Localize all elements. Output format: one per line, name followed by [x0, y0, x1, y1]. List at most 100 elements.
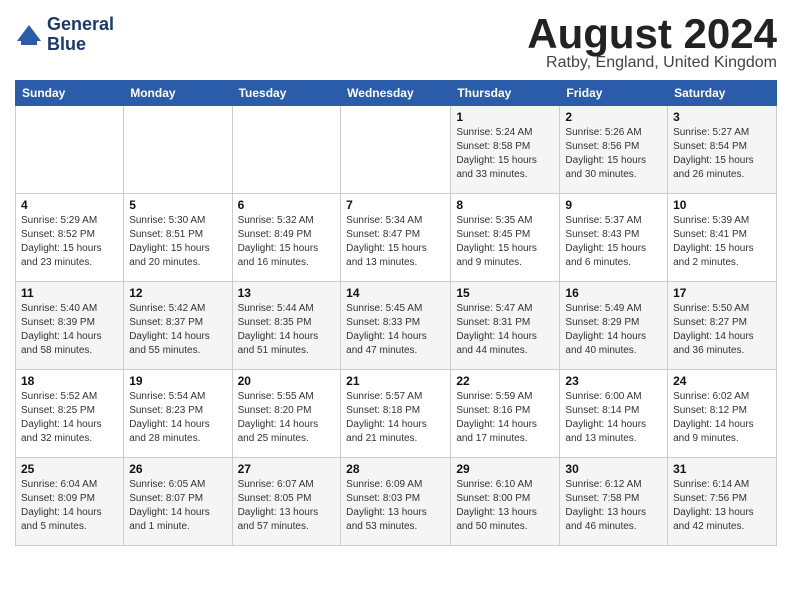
day-number: 24: [673, 374, 771, 388]
day-info: Sunrise: 5:35 AM Sunset: 8:45 PM Dayligh…: [456, 214, 554, 270]
calendar-cell: 21Sunrise: 5:57 AM Sunset: 8:18 PM Dayli…: [341, 370, 451, 458]
calendar-cell: 7 Sunrise: 5:34 AM Sunset: 8:47 PM Daylig…: [341, 194, 451, 282]
day-number: 12: [129, 286, 226, 300]
day-number: 25: [21, 462, 118, 476]
day-number: 30: [565, 462, 662, 476]
day-info: Sunrise: 6:05 AM Sunset: 8:07 PM Dayligh…: [129, 478, 226, 534]
day-info: Sunrise: 5:26 AM Sunset: 8:56 PM Dayligh…: [565, 126, 662, 182]
weekday-tuesday: Tuesday: [232, 81, 341, 106]
weekday-sunday: Sunday: [16, 81, 124, 106]
day-info: Sunrise: 5:24 AM Sunset: 8:58 PM Dayligh…: [456, 126, 554, 182]
day-info: Sunrise: 5:39 AM Sunset: 8:41 PM Dayligh…: [673, 214, 771, 270]
day-info: Sunrise: 5:44 AM Sunset: 8:35 PM Dayligh…: [238, 302, 336, 358]
calendar-cell: 22Sunrise: 5:59 AM Sunset: 8:16 PM Dayli…: [451, 370, 560, 458]
day-number: 13: [238, 286, 336, 300]
day-number: 23: [565, 374, 662, 388]
day-info: Sunrise: 6:14 AM Sunset: 7:56 PM Dayligh…: [673, 478, 771, 534]
week-row-2: 4 Sunrise: 5:29 AM Sunset: 8:52 PM Daylig…: [16, 194, 777, 282]
calendar-cell: 25 Sunrise: 6:04 AM Sunset: 8:09 PM Dayli…: [16, 458, 124, 546]
day-info: Sunrise: 6:10 AM Sunset: 8:00 PM Dayligh…: [456, 478, 554, 534]
calendar-cell: 8 Sunrise: 5:35 AM Sunset: 8:45 PM Daylig…: [451, 194, 560, 282]
week-row-4: 18 Sunrise: 5:52 AM Sunset: 8:25 PM Dayli…: [16, 370, 777, 458]
day-number: 9: [565, 198, 662, 212]
calendar-cell: 9 Sunrise: 5:37 AM Sunset: 8:43 PM Daylig…: [560, 194, 668, 282]
calendar-cell: 27Sunrise: 6:07 AM Sunset: 8:05 PM Dayli…: [232, 458, 341, 546]
day-info: Sunrise: 5:57 AM Sunset: 8:18 PM Dayligh…: [346, 390, 445, 446]
day-info: Sunrise: 5:42 AM Sunset: 8:37 PM Dayligh…: [129, 302, 226, 358]
day-info: Sunrise: 5:32 AM Sunset: 8:49 PM Dayligh…: [238, 214, 336, 270]
day-number: 17: [673, 286, 771, 300]
calendar-cell: 16 Sunrise: 5:49 AM Sunset: 8:29 PM Dayli…: [560, 282, 668, 370]
location-title: Ratby, England, United Kingdom: [527, 54, 777, 72]
day-info: Sunrise: 5:30 AM Sunset: 8:51 PM Dayligh…: [129, 214, 226, 270]
day-number: 5: [129, 198, 226, 212]
calendar-cell: 2 Sunrise: 5:26 AM Sunset: 8:56 PM Daylig…: [560, 106, 668, 194]
day-info: Sunrise: 5:52 AM Sunset: 8:25 PM Dayligh…: [21, 390, 118, 446]
day-info: Sunrise: 5:54 AM Sunset: 8:23 PM Dayligh…: [129, 390, 226, 446]
calendar-cell: [16, 106, 124, 194]
logo: General Blue: [15, 15, 114, 55]
weekday-saturday: Saturday: [668, 81, 777, 106]
calendar-cell: 24 Sunrise: 6:02 AM Sunset: 8:12 PM Dayli…: [668, 370, 777, 458]
weekday-wednesday: Wednesday: [341, 81, 451, 106]
calendar-cell: [232, 106, 341, 194]
day-number: 1: [456, 110, 554, 124]
day-number: 15: [456, 286, 554, 300]
calendar-cell: [124, 106, 232, 194]
day-number: 29: [456, 462, 554, 476]
title-area: August 2024 Ratby, England, United Kingd…: [527, 10, 777, 72]
calendar-cell: 14Sunrise: 5:45 AM Sunset: 8:33 PM Dayli…: [341, 282, 451, 370]
calendar-cell: 26 Sunrise: 6:05 AM Sunset: 8:07 PM Dayli…: [124, 458, 232, 546]
day-number: 7: [346, 198, 445, 212]
calendar-cell: 29 Sunrise: 6:10 AM Sunset: 8:00 PM Dayli…: [451, 458, 560, 546]
day-info: Sunrise: 6:04 AM Sunset: 8:09 PM Dayligh…: [21, 478, 118, 534]
day-number: 18: [21, 374, 118, 388]
day-number: 19: [129, 374, 226, 388]
calendar-cell: 17Sunrise: 5:50 AM Sunset: 8:27 PM Dayli…: [668, 282, 777, 370]
day-info: Sunrise: 5:27 AM Sunset: 8:54 PM Dayligh…: [673, 126, 771, 182]
day-info: Sunrise: 5:49 AM Sunset: 8:29 PM Dayligh…: [565, 302, 662, 358]
calendar-cell: [341, 106, 451, 194]
day-number: 16: [565, 286, 662, 300]
calendar-cell: 3 Sunrise: 5:27 AM Sunset: 8:54 PM Daylig…: [668, 106, 777, 194]
day-info: Sunrise: 5:29 AM Sunset: 8:52 PM Dayligh…: [21, 214, 118, 270]
calendar-cell: 31 Sunrise: 6:14 AM Sunset: 7:56 PM Dayli…: [668, 458, 777, 546]
day-number: 11: [21, 286, 118, 300]
calendar-cell: 11 Sunrise: 5:40 AM Sunset: 8:39 PM Dayli…: [16, 282, 124, 370]
logo-icon: [15, 21, 43, 49]
day-number: 2: [565, 110, 662, 124]
week-row-3: 11 Sunrise: 5:40 AM Sunset: 8:39 PM Dayli…: [16, 282, 777, 370]
week-row-5: 25 Sunrise: 6:04 AM Sunset: 8:09 PM Dayli…: [16, 458, 777, 546]
calendar-cell: 18 Sunrise: 5:52 AM Sunset: 8:25 PM Dayli…: [16, 370, 124, 458]
weekday-monday: Monday: [124, 81, 232, 106]
weekday-friday: Friday: [560, 81, 668, 106]
day-info: Sunrise: 5:55 AM Sunset: 8:20 PM Dayligh…: [238, 390, 336, 446]
day-info: Sunrise: 6:02 AM Sunset: 8:12 PM Dayligh…: [673, 390, 771, 446]
day-info: Sunrise: 6:07 AM Sunset: 8:05 PM Dayligh…: [238, 478, 336, 534]
calendar-cell: 13 Sunrise: 5:44 AM Sunset: 8:35 PM Dayli…: [232, 282, 341, 370]
day-info: Sunrise: 5:47 AM Sunset: 8:31 PM Dayligh…: [456, 302, 554, 358]
calendar-cell: 5 Sunrise: 5:30 AM Sunset: 8:51 PM Daylig…: [124, 194, 232, 282]
calendar-cell: 4 Sunrise: 5:29 AM Sunset: 8:52 PM Daylig…: [16, 194, 124, 282]
day-info: Sunrise: 6:09 AM Sunset: 8:03 PM Dayligh…: [346, 478, 445, 534]
day-info: Sunrise: 6:12 AM Sunset: 7:58 PM Dayligh…: [565, 478, 662, 534]
day-number: 8: [456, 198, 554, 212]
day-number: 10: [673, 198, 771, 212]
day-number: 14: [346, 286, 445, 300]
weekday-thursday: Thursday: [451, 81, 560, 106]
page-header: General Blue August 2024 Ratby, England,…: [15, 10, 777, 72]
day-number: 4: [21, 198, 118, 212]
day-info: Sunrise: 5:40 AM Sunset: 8:39 PM Dayligh…: [21, 302, 118, 358]
calendar-cell: 15 Sunrise: 5:47 AM Sunset: 8:31 PM Dayli…: [451, 282, 560, 370]
day-info: Sunrise: 5:34 AM Sunset: 8:47 PM Dayligh…: [346, 214, 445, 270]
day-number: 31: [673, 462, 771, 476]
calendar-cell: 19 Sunrise: 5:54 AM Sunset: 8:23 PM Dayli…: [124, 370, 232, 458]
day-number: 22: [456, 374, 554, 388]
month-title: August 2024: [527, 10, 777, 58]
day-info: Sunrise: 5:37 AM Sunset: 8:43 PM Dayligh…: [565, 214, 662, 270]
day-number: 26: [129, 462, 226, 476]
day-number: 3: [673, 110, 771, 124]
calendar-cell: 6 Sunrise: 5:32 AM Sunset: 8:49 PM Daylig…: [232, 194, 341, 282]
day-info: Sunrise: 6:00 AM Sunset: 8:14 PM Dayligh…: [565, 390, 662, 446]
day-number: 6: [238, 198, 336, 212]
